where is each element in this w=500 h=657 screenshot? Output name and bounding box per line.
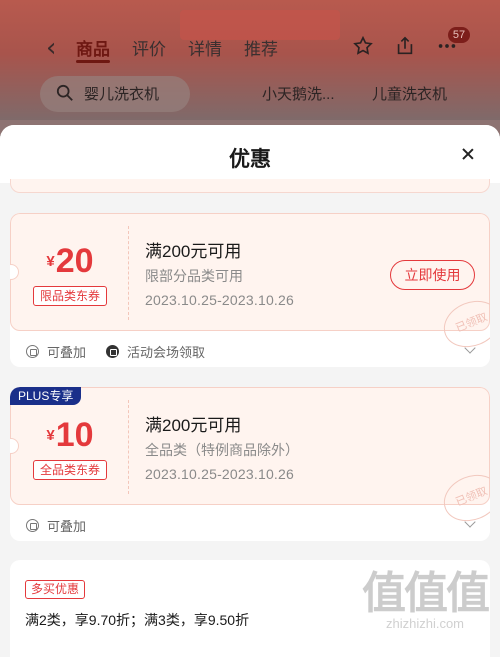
stackable-label: 可叠加 (26, 342, 86, 361)
coupon-validity: 2023.10.25-2023.10.26 (145, 292, 294, 308)
stackable-text: 可叠加 (47, 519, 87, 534)
tab-product[interactable]: 商品 (76, 35, 110, 60)
multi-buy-text: 满2类，享9.70折；满3类，享9.50折 (25, 612, 250, 628)
search-icon (56, 84, 73, 101)
venue-claim-label: 活动会场领取 (106, 342, 205, 361)
coupon-scope: 全品类（特例商品除外） (145, 442, 299, 458)
watermark-logo: 值值值 (362, 569, 490, 618)
coupon-condition: 满200元可用 (145, 242, 242, 261)
sheet-header: 优惠 (0, 125, 500, 183)
search-chip-1[interactable]: 婴儿洗衣机 (84, 76, 159, 110)
sheet-title: 优惠 (229, 148, 271, 171)
share-icon[interactable] (394, 35, 416, 57)
stack-icon (26, 345, 39, 358)
coupon-body: ¥20 限品类东券 满200元可用 限部分品类可用 2023.10.25-202… (10, 213, 490, 356)
coupon-type-tag: 限品类东券 (33, 286, 107, 306)
previous-coupon-edge (10, 179, 490, 193)
tab-details[interactable]: 详情 (188, 35, 222, 60)
coupon-validity: 2023.10.25-2023.10.26 (145, 466, 294, 482)
stackable-label: 可叠加 (26, 516, 86, 535)
coupon-footer[interactable]: 可叠加 活动会场领取 (10, 331, 490, 367)
coupon-value: 20 (55, 242, 94, 280)
tab-recommend[interactable]: 推荐 (244, 35, 278, 60)
tab-reviews[interactable]: 评价 (132, 35, 166, 60)
site-watermark: 值值值 zhizhizhi.com (362, 569, 490, 632)
coupon-card: PLUS专享 ¥10 全品类东券 满200元可用 全品类（特例商品除外） 202… (10, 387, 490, 541)
star-icon[interactable] (352, 35, 374, 57)
active-tab-indicator (76, 60, 110, 63)
plus-exclusive-badge: PLUS专享 (10, 387, 82, 405)
use-now-button[interactable]: 立即使用 (390, 260, 475, 290)
currency-symbol: ¥ (46, 427, 55, 444)
watermark-url: zhizhizhi.com (385, 616, 465, 631)
coupon-amount: ¥10 (11, 416, 129, 455)
multi-buy-tag: 多买优惠 (25, 580, 86, 599)
coupon-footer[interactable]: 可叠加 (10, 505, 490, 541)
chevron-down-icon[interactable] (464, 516, 476, 528)
search-chip-3[interactable]: 儿童洗衣机 (372, 76, 447, 110)
chevron-down-icon[interactable] (464, 342, 476, 354)
coupon-value: 10 (55, 416, 94, 454)
cart-count-badge: 57 (448, 27, 470, 43)
coupon-condition: 满200元可用 (145, 416, 242, 435)
coupon-type-tag: 全品类东券 (33, 460, 107, 480)
venue-claim-text: 活动会场领取 (127, 345, 206, 360)
search-chip-2[interactable]: 小天鹅洗... (262, 76, 335, 110)
coupon-card: ¥20 限品类东券 满200元可用 限部分品类可用 2023.10.25-202… (10, 213, 490, 367)
stackable-text: 可叠加 (47, 345, 87, 360)
product-page-background: ‹ 商品 评价 详情 推荐 57 婴儿洗衣机 小天鹅洗... 儿童洗衣机 (0, 0, 500, 135)
coupon-scope: 限部分品类可用 (145, 268, 243, 284)
venue-icon (106, 345, 119, 358)
close-icon[interactable] (458, 144, 478, 164)
coupon-amount: ¥20 (11, 242, 129, 281)
coupon-body: ¥10 全品类东券 满200元可用 全品类（特例商品除外） 2023.10.25… (10, 387, 490, 530)
stack-icon (26, 519, 39, 532)
currency-symbol: ¥ (46, 253, 55, 270)
back-arrow-icon[interactable]: ‹ (46, 33, 56, 63)
